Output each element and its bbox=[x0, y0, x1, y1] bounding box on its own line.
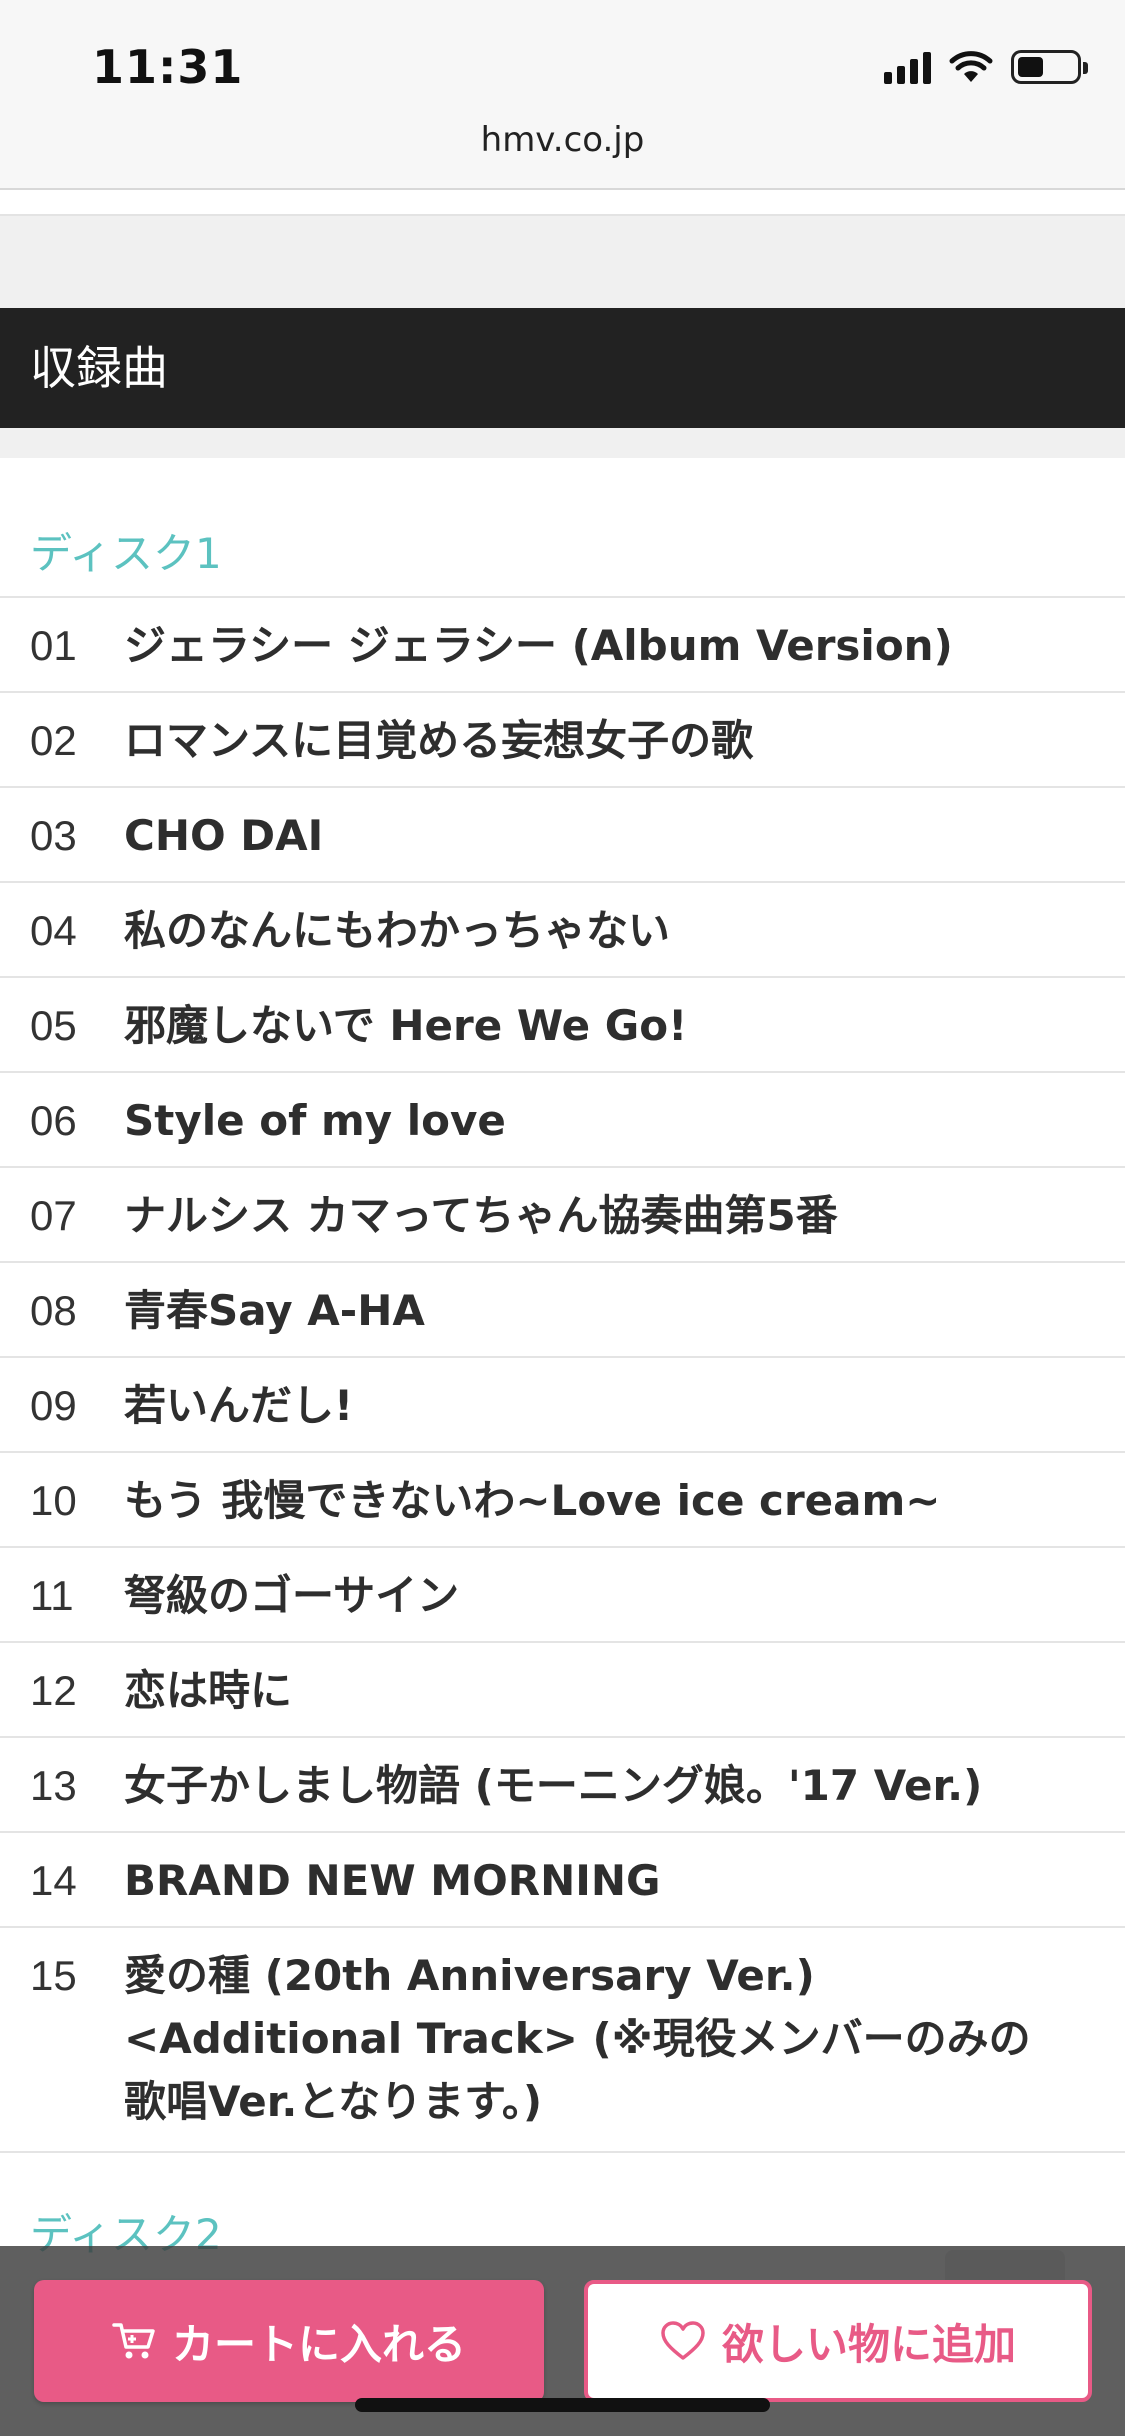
track-title: ロマンスに目覚める妄想女子の歌 bbox=[124, 716, 754, 765]
add-to-cart-label: カートに入れる bbox=[171, 2319, 466, 2369]
track-number: 03 bbox=[30, 812, 77, 859]
cart-icon bbox=[112, 2321, 156, 2361]
track-number: 15 bbox=[30, 1952, 77, 1999]
track-title: 女子かしまし物語 (モーニング娘。'17 Ver.) bbox=[124, 1761, 983, 1810]
track-number: 06 bbox=[30, 1097, 77, 1144]
track-number: 14 bbox=[30, 1857, 77, 1904]
track-title: ジェラシー ジェラシー (Album Version) bbox=[124, 621, 953, 670]
track-row: 04 私のなんにもわかっちゃない bbox=[0, 883, 1125, 978]
track-title: BRAND NEW MORNING bbox=[124, 1856, 661, 1905]
track-number: 11 bbox=[30, 1572, 74, 1619]
spacer-band bbox=[0, 428, 1125, 458]
track-row: 13 女子かしまし物語 (モーニング娘。'17 Ver.) bbox=[0, 1738, 1125, 1833]
track-number: 07 bbox=[30, 1192, 77, 1239]
wifi-icon bbox=[949, 51, 993, 82]
track-number: 09 bbox=[30, 1382, 77, 1429]
track-row: 07 ナルシス カマってちゃん協奏曲第5番 bbox=[0, 1168, 1125, 1263]
track-row: 02 ロマンスに目覚める妄想女子の歌 bbox=[0, 693, 1125, 788]
track-number: 08 bbox=[30, 1287, 77, 1334]
status-time: 11:31 bbox=[92, 40, 244, 94]
address-bar-url[interactable]: hmv.co.jp bbox=[0, 120, 1125, 160]
add-to-wishlist-button[interactable]: 欲しい物に追加 bbox=[584, 2280, 1092, 2402]
track-title: 弩級のゴーサイン bbox=[124, 1571, 460, 1620]
track-title: 愛の種 (20th Anniversary Ver.) <Additional … bbox=[124, 1951, 1031, 2126]
heart-icon bbox=[660, 2320, 706, 2362]
track-row: 09 若いんだし! bbox=[0, 1358, 1125, 1453]
track-title: 青春Say A-HA bbox=[124, 1286, 425, 1335]
track-title: 私のなんにもわかっちゃない bbox=[124, 906, 671, 955]
track-row: 15 愛の種 (20th Anniversary Ver.) <Additiona… bbox=[0, 1928, 1125, 2153]
track-row: 01 ジェラシー ジェラシー (Album Version) bbox=[0, 598, 1125, 693]
track-number: 10 bbox=[30, 1477, 77, 1524]
page-top-button[interactable] bbox=[945, 2250, 1065, 2280]
add-to-cart-button[interactable]: カートに入れる bbox=[34, 2280, 544, 2402]
section-header: 収録曲 bbox=[0, 308, 1125, 428]
track-number: 05 bbox=[30, 1002, 77, 1049]
status-icons bbox=[884, 50, 1088, 84]
track-number: 04 bbox=[30, 907, 77, 954]
signal-icon bbox=[884, 50, 931, 84]
track-number: 02 bbox=[30, 717, 77, 764]
disc-title-1: ディスク1 bbox=[30, 529, 222, 578]
track-number: 13 bbox=[30, 1762, 77, 1809]
track-row: 03 CHO DAI bbox=[0, 788, 1125, 883]
track-row: 05 邪魔しないで Here We Go! bbox=[0, 978, 1125, 1073]
track-title: 邪魔しないで Here We Go! bbox=[124, 1001, 688, 1050]
page-top-strip bbox=[0, 192, 1125, 216]
track-number: 01 bbox=[30, 622, 77, 669]
track-title: CHO DAI bbox=[124, 811, 324, 860]
track-row: 08 青春Say A-HA bbox=[0, 1263, 1125, 1358]
track-list: 01 ジェラシー ジェラシー (Album Version) 02 ロマンスに目覚める… bbox=[0, 596, 1125, 2153]
track-title: Style of my love bbox=[124, 1096, 506, 1145]
track-number: 12 bbox=[30, 1667, 77, 1714]
track-row: 06 Style of my love bbox=[0, 1073, 1125, 1168]
track-row: 14 BRAND NEW MORNING bbox=[0, 1833, 1125, 1928]
track-row: 11 弩級のゴーサイン bbox=[0, 1548, 1125, 1643]
status-bar: 11:31 hmv.co.jp bbox=[0, 0, 1125, 190]
track-title: ナルシス カマってちゃん協奏曲第5番 bbox=[124, 1191, 838, 1240]
track-row: 10 もう 我慢できないわ~Love ice cream~ bbox=[0, 1453, 1125, 1548]
track-title: 恋は時に bbox=[124, 1666, 293, 1715]
add-to-wishlist-label: 欲しい物に追加 bbox=[721, 2319, 1016, 2369]
track-row: 12 恋は時に bbox=[0, 1643, 1125, 1738]
home-indicator bbox=[355, 2398, 770, 2412]
spacer-band bbox=[0, 216, 1125, 308]
battery-icon bbox=[1011, 50, 1088, 84]
track-title: 若いんだし! bbox=[124, 1381, 354, 1430]
track-title: もう 我慢できないわ~Love ice cream~ bbox=[124, 1476, 941, 1525]
